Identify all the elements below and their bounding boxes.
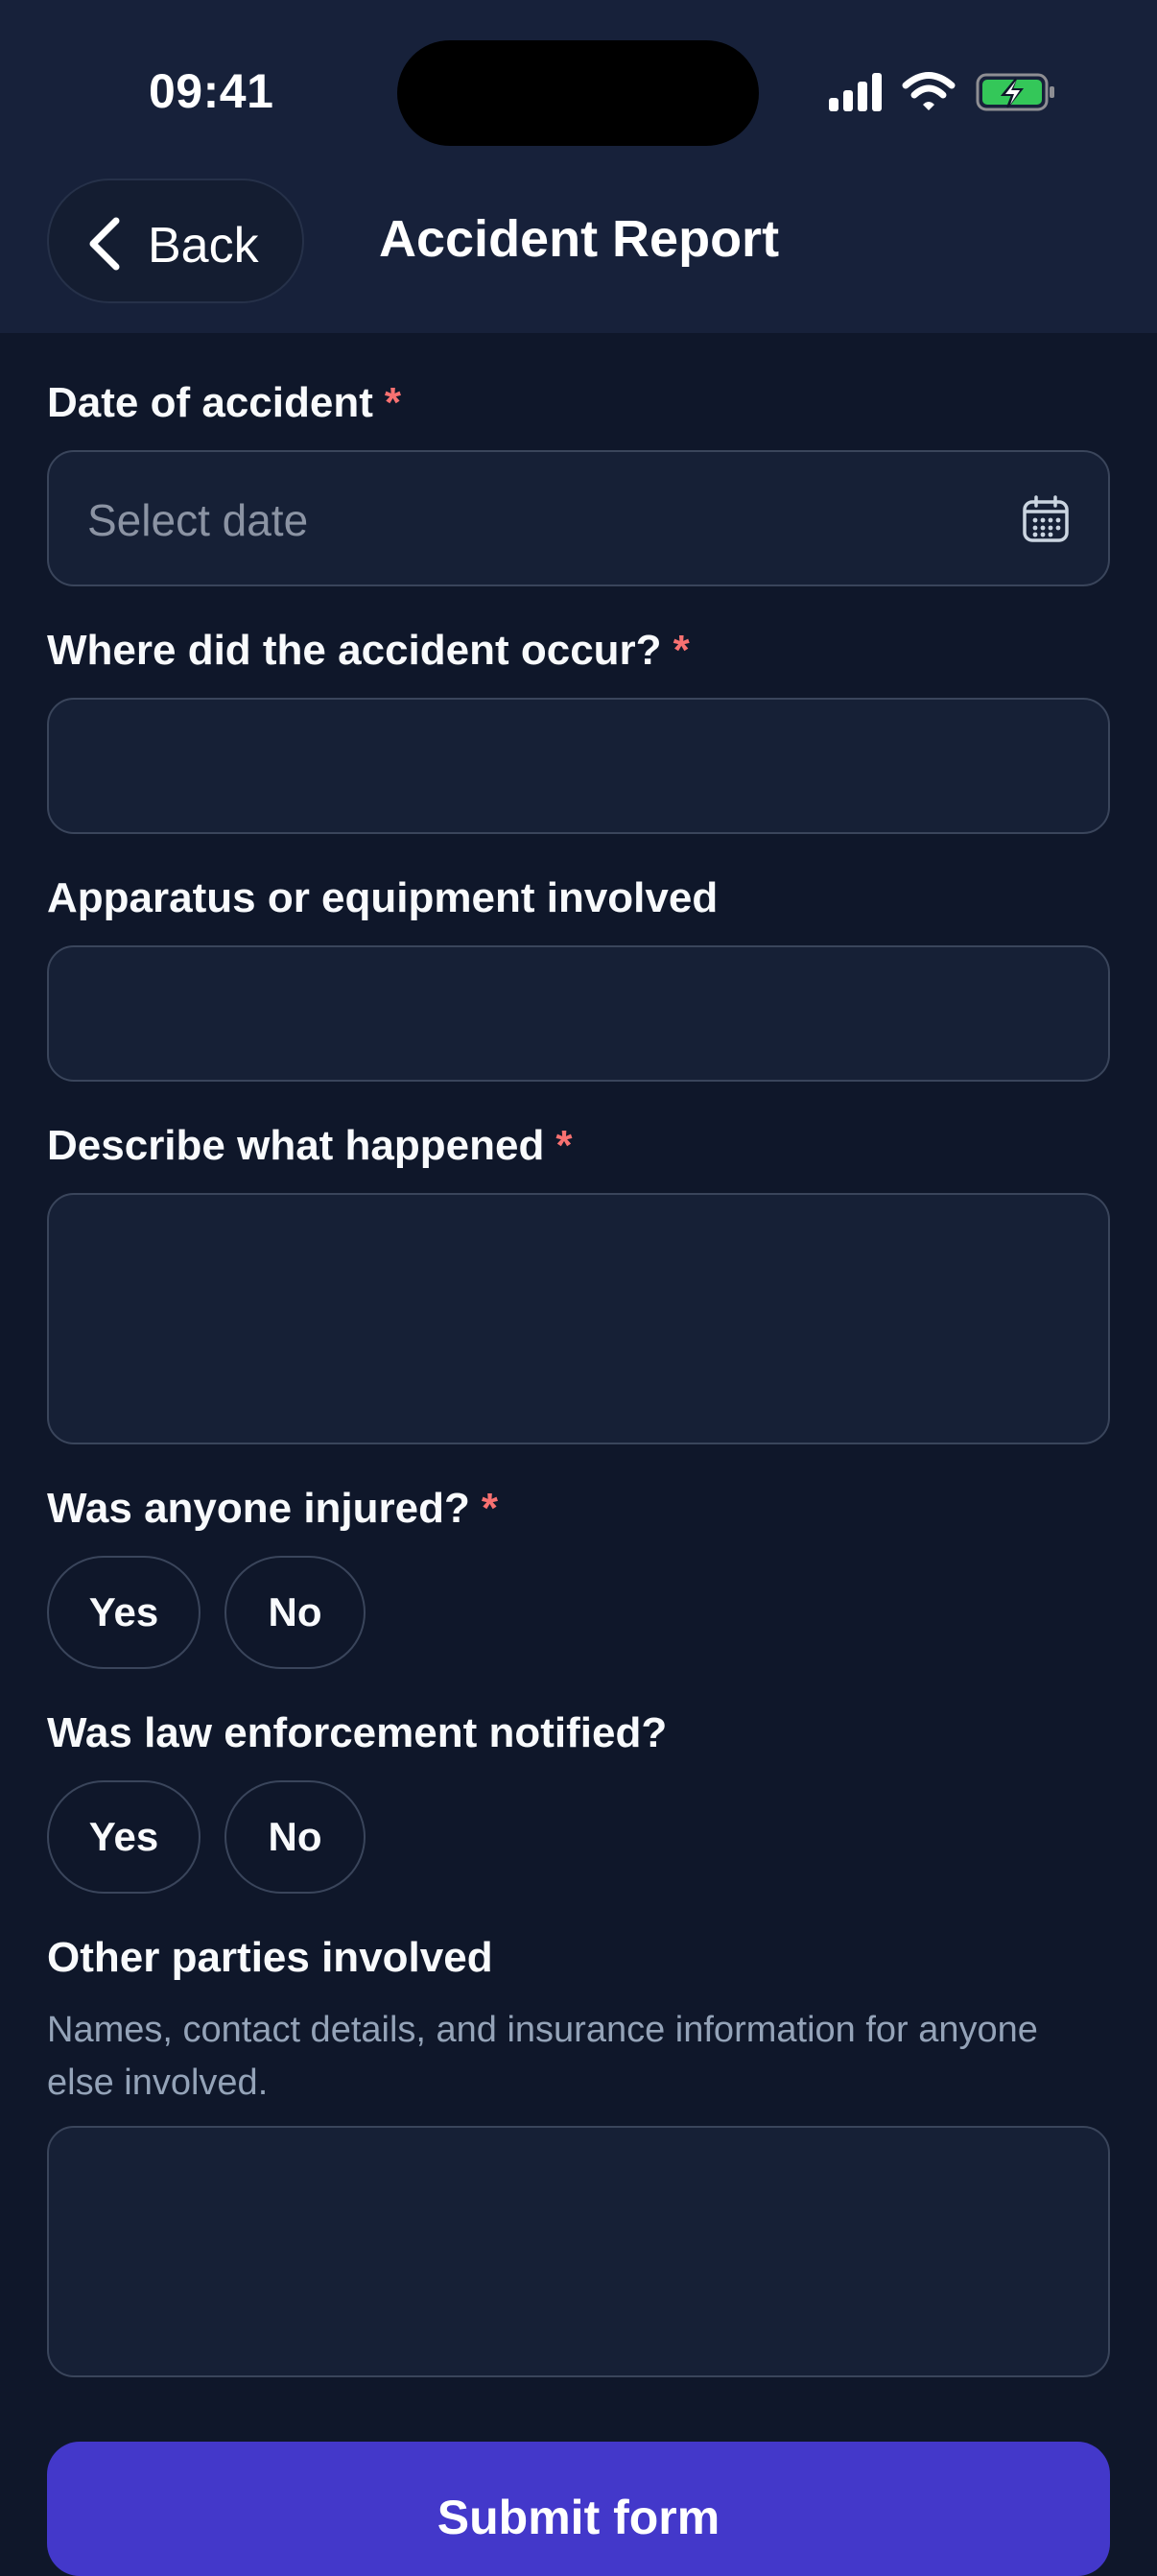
submit-button[interactable]: Submit form xyxy=(47,2442,1110,2576)
location-field-label: Where did the accident occur? * xyxy=(47,627,690,675)
battery-charging-icon xyxy=(976,73,1054,111)
injured-field-label: Was anyone injured? * xyxy=(47,1485,498,1533)
injured-label-text: Was anyone injured? xyxy=(47,1485,470,1532)
required-mark: * xyxy=(384,379,401,426)
location-input[interactable] xyxy=(47,698,1110,834)
description-label-text: Describe what happened xyxy=(47,1122,545,1169)
chevron-left-icon xyxy=(89,217,120,271)
submit-button-label: Submit form xyxy=(437,2491,720,2544)
required-mark: * xyxy=(673,627,690,674)
date-placeholder: Select date xyxy=(87,495,309,545)
equipment-field-label: Apparatus or equipment involved xyxy=(47,874,719,921)
date-label-text: Date of accident xyxy=(47,379,373,426)
law-enforcement-yes-option[interactable]: Yes xyxy=(47,1780,201,1894)
law-enforcement-no-option[interactable]: No xyxy=(224,1780,366,1894)
other-parties-helper-text: Names, contact details, and insurance in… xyxy=(47,2010,1038,2103)
date-field-label: Date of accident * xyxy=(47,379,401,427)
required-mark: * xyxy=(555,1122,573,1169)
description-textarea[interactable] xyxy=(47,1193,1110,1444)
required-mark: * xyxy=(481,1485,499,1532)
other-parties-field-label: Other parties involved xyxy=(47,1934,493,1981)
law-enforcement-field-label: Was law enforcement notified? xyxy=(47,1709,668,1756)
back-button[interactable]: Back xyxy=(47,179,304,303)
injured-no-option[interactable]: No xyxy=(224,1556,366,1669)
location-label-text: Where did the accident occur? xyxy=(47,627,662,674)
injured-yes-option[interactable]: Yes xyxy=(47,1556,201,1669)
calendar-icon xyxy=(1023,495,1069,542)
wifi-icon xyxy=(902,72,956,110)
description-field-label: Describe what happened * xyxy=(47,1122,572,1170)
status-time: 09:41 xyxy=(149,64,274,118)
dynamic-island xyxy=(397,40,759,146)
back-button-label: Back xyxy=(148,218,259,274)
cellular-signal-icon xyxy=(829,73,882,111)
date-picker-field[interactable]: Select date xyxy=(47,450,1110,586)
equipment-input[interactable] xyxy=(47,945,1110,1082)
page-title: Accident Report xyxy=(379,210,780,268)
other-parties-textarea[interactable] xyxy=(47,2126,1110,2377)
